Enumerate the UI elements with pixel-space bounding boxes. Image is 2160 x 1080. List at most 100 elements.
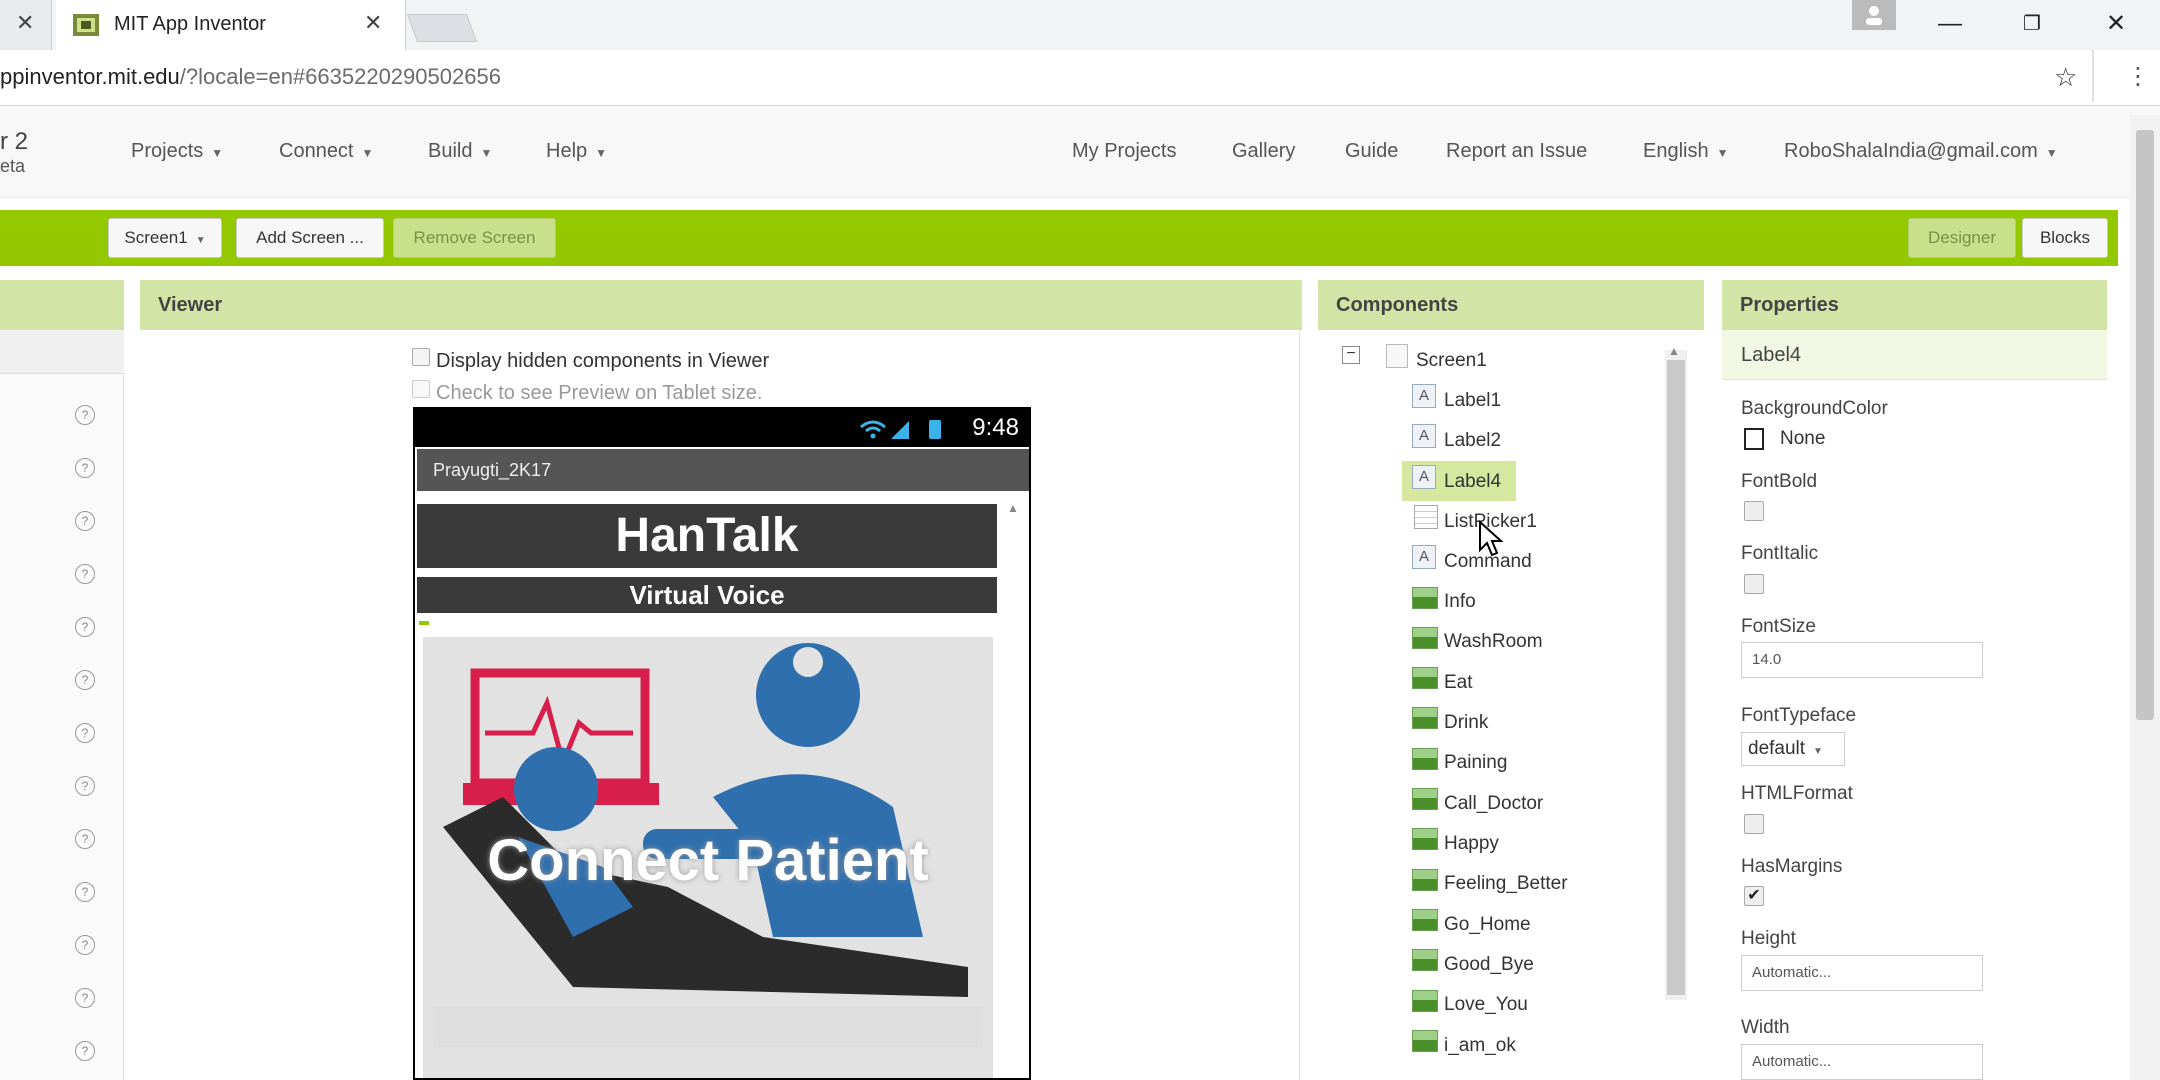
width-input[interactable]: Automatic...	[1741, 1044, 1983, 1080]
fontitalic-checkbox[interactable]	[1744, 574, 1764, 594]
designer-button[interactable]: Designer	[1908, 218, 2016, 258]
help-icon[interactable]: ?	[75, 458, 95, 478]
connect-patient-image[interactable]: Connect Patient	[423, 637, 993, 1078]
caret-down-icon: ▼	[1716, 146, 1729, 160]
menu-help[interactable]: Help ▼	[546, 140, 607, 163]
tree-item-i-am-ok[interactable]: i_am_ok	[1444, 1035, 1516, 1057]
tree-item-eat[interactable]: Eat	[1444, 672, 1473, 694]
hasmargins-checkbox[interactable]: ✔	[1744, 886, 1764, 906]
link-my-projects[interactable]: My Projects	[1072, 140, 1176, 163]
image-component-icon	[1412, 587, 1438, 609]
htmlformat-checkbox[interactable]	[1744, 814, 1764, 834]
designer-toolbar: Screen1 ▼ Add Screen ... Remove Screen De…	[0, 210, 2118, 266]
fonttypeface-select[interactable]: default ▼	[1741, 732, 1845, 766]
help-icon[interactable]: ?	[75, 617, 95, 637]
window-close-icon[interactable]: ✕	[2086, 4, 2146, 44]
tree-item-info[interactable]: Info	[1444, 591, 1476, 613]
tree-item-good-bye[interactable]: Good_Bye	[1444, 954, 1534, 976]
tree-item-label1[interactable]: Label1	[1444, 390, 1501, 412]
image-component-icon	[1412, 627, 1438, 649]
prop-label-fontbold: FontBold	[1741, 471, 1818, 492]
screen-select[interactable]: Screen1 ▼	[108, 218, 222, 258]
app-subtitle-label[interactable]: Virtual Voice	[417, 577, 997, 613]
help-icon[interactable]: ?	[75, 988, 95, 1008]
tree-item-washroom[interactable]: WashRoom	[1444, 631, 1543, 653]
color-swatch[interactable]	[1744, 428, 1764, 450]
link-report-issue[interactable]: Report an Issue	[1446, 140, 1587, 163]
display-hidden-label: Display hidden components in Viewer	[436, 350, 770, 372]
remove-screen-button[interactable]: Remove Screen	[393, 218, 556, 258]
close-icon[interactable]: ✕	[16, 10, 34, 36]
menu-label: Help	[546, 140, 588, 162]
help-icon[interactable]: ?	[75, 511, 95, 531]
tree-item-happy[interactable]: Happy	[1444, 833, 1499, 855]
listpicker-indicator	[419, 621, 429, 625]
help-icon[interactable]: ?	[75, 776, 95, 796]
help-icon[interactable]: ?	[75, 670, 95, 690]
palette-panel: ? ? ? ? ? ? ? ? ? ? ? ? ?	[0, 330, 124, 1080]
tree-item-screen1[interactable]: Screen1	[1416, 350, 1487, 372]
help-icon[interactable]: ?	[75, 564, 95, 584]
help-icon[interactable]: ?	[75, 882, 95, 902]
url-text[interactable]: ppinventor.mit.edu/?locale=en#6635220290…	[0, 64, 501, 90]
label-component-icon: A	[1412, 424, 1436, 448]
caret-down-icon: ▼	[595, 146, 608, 160]
browser-menu-icon[interactable]: ⋮	[2126, 62, 2150, 91]
scroll-up-icon[interactable]: ▲	[1668, 344, 1680, 358]
app-title-label[interactable]: HanTalk	[417, 504, 997, 568]
address-bar[interactable]: ppinventor.mit.edu/?locale=en#6635220290…	[0, 50, 2160, 106]
fontsize-input[interactable]: 14.0	[1741, 642, 1983, 678]
profile-icon[interactable]	[1852, 0, 1896, 30]
active-tab[interactable]: MIT App Inventor ✕	[56, 0, 406, 50]
image-component-icon	[1412, 707, 1438, 729]
hero-button-text: Connect Patient	[487, 828, 929, 893]
previous-tab[interactable]: ✕	[0, 0, 52, 50]
display-hidden-checkbox[interactable]	[412, 348, 430, 366]
help-icon[interactable]: ?	[75, 723, 95, 743]
tree-item-drink[interactable]: Drink	[1444, 712, 1488, 734]
components-scrollbar-thumb[interactable]	[1667, 360, 1685, 995]
menu-projects[interactable]: Projects ▼	[131, 140, 223, 163]
tablet-preview-checkbox[interactable]	[412, 380, 430, 398]
tree-item-paining[interactable]: Paining	[1444, 752, 1507, 774]
prop-label-htmlformat: HTMLFormat	[1741, 783, 1853, 804]
restore-icon[interactable]: ❐	[2002, 4, 2062, 44]
tree-item-call-doctor[interactable]: Call_Doctor	[1444, 793, 1543, 815]
tree-item-love-you[interactable]: Love_You	[1444, 994, 1528, 1016]
menu-connect[interactable]: Connect ▼	[279, 140, 373, 163]
bookmark-star-icon[interactable]: ☆	[2054, 62, 2077, 93]
caret-down-icon: ▼	[480, 146, 493, 160]
close-tab-icon[interactable]: ✕	[364, 10, 382, 36]
prop-label-fonttypeface: FontTypeface	[1741, 705, 1857, 726]
scroll-up-icon[interactable]: ▲	[1007, 501, 1021, 521]
tree-item-command[interactable]: Command	[1444, 551, 1532, 573]
link-guide[interactable]: Guide	[1345, 140, 1398, 163]
page-scrollbar-thumb[interactable]	[2136, 130, 2154, 720]
image-component-icon	[1412, 949, 1438, 971]
add-screen-button[interactable]: Add Screen ...	[236, 218, 384, 258]
account-menu[interactable]: RoboShalaIndia@gmail.com ▼	[1784, 140, 2058, 163]
menu-build[interactable]: Build ▼	[428, 140, 492, 163]
help-icon[interactable]: ?	[75, 1041, 95, 1061]
help-icon[interactable]: ?	[75, 829, 95, 849]
collapse-icon[interactable]: −	[1342, 346, 1360, 364]
tree-item-go-home[interactable]: Go_Home	[1444, 914, 1531, 936]
help-icon[interactable]: ?	[75, 405, 95, 425]
image-component-icon	[1412, 828, 1438, 850]
tree-item-feeling-better[interactable]: Feeling_Better	[1444, 873, 1568, 895]
tree-item-label4[interactable]: Label4	[1444, 471, 1501, 493]
palette-search[interactable]	[0, 330, 124, 374]
prop-backgroundcolor-value[interactable]: None	[1780, 428, 1825, 450]
height-input[interactable]: Automatic...	[1741, 955, 1983, 991]
language-menu[interactable]: English ▼	[1643, 140, 1729, 163]
link-gallery[interactable]: Gallery	[1232, 140, 1295, 163]
fontbold-checkbox[interactable]	[1744, 501, 1764, 521]
screen-title-bar: Prayugti_2K17	[417, 449, 1029, 491]
tab-title: MIT App Inventor	[114, 13, 266, 35]
tree-item-label2[interactable]: Label2	[1444, 430, 1501, 452]
new-tab-button[interactable]	[406, 14, 478, 42]
help-icon[interactable]: ?	[75, 935, 95, 955]
blocks-button[interactable]: Blocks	[2022, 218, 2108, 258]
minimize-icon[interactable]: —	[1920, 4, 1980, 44]
image-component-icon	[1412, 1030, 1438, 1052]
